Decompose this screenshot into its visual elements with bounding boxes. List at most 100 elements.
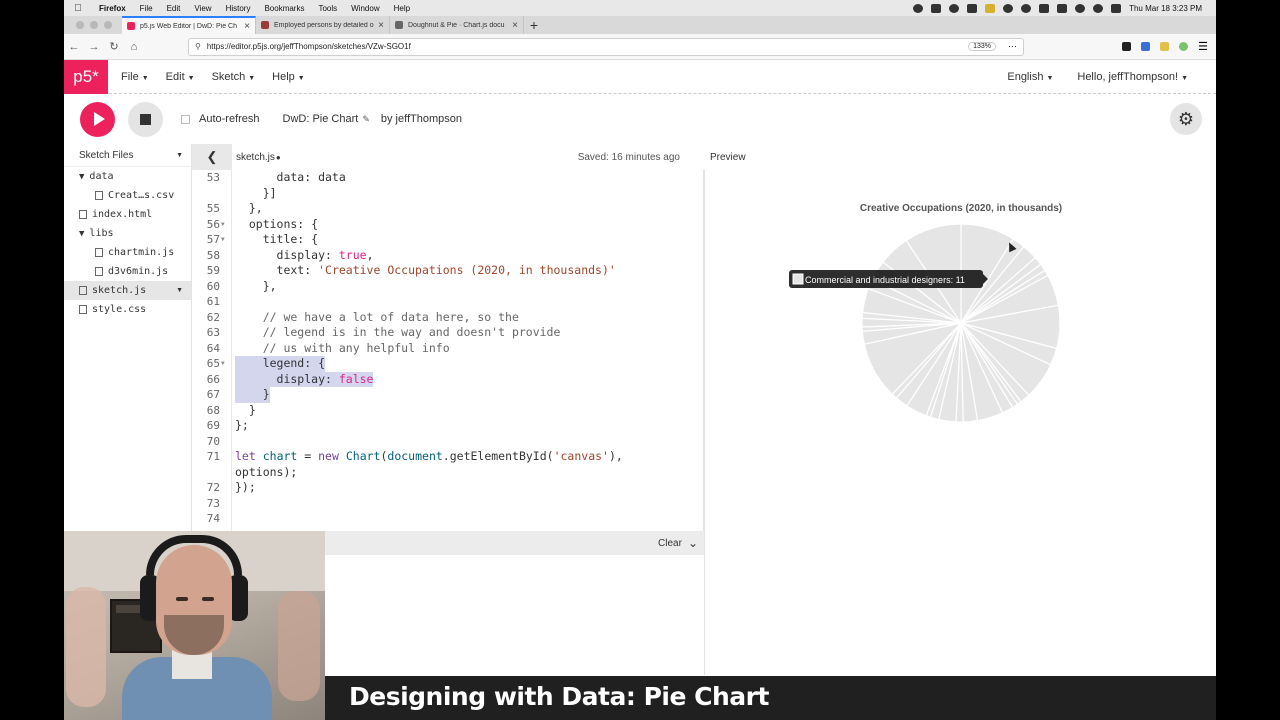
code-line[interactable]: 67 } [192,387,703,403]
moon-icon[interactable] [1021,3,1032,13]
menu-history[interactable]: History [219,4,258,13]
code-line[interactable]: 69}; [192,418,703,434]
play-button[interactable] [80,101,115,137]
browser-tab-p5[interactable]: p5.js Web Editor | DwD: Pie Ch × [122,16,256,34]
menu-view[interactable]: View [187,4,218,13]
battery-icon[interactable] [1057,3,1068,13]
p5-menu-sketch[interactable]: Sketch ▼ [208,71,260,83]
fold-arrow-icon[interactable]: ▼ [221,232,225,248]
bluetooth-icon[interactable] [1039,3,1050,13]
language-menu[interactable]: English ▼ [1003,71,1057,83]
tray-eye-icon[interactable] [949,3,960,13]
menu-window[interactable]: Window [344,4,386,13]
back-arrow-icon[interactable]: ← [64,41,84,53]
extension-icon[interactable] [1122,42,1132,51]
code-line[interactable]: 73 [192,496,703,512]
tray-flag-icon[interactable] [1003,3,1014,13]
menu-edit[interactable]: Edit [160,4,188,13]
pie-chart[interactable]: Creative Occupations (2020, in thousands… [705,170,1216,675]
close-tab-icon[interactable]: × [512,20,518,31]
file-item[interactable]: sketch.js ▼ [64,281,191,300]
folder-item[interactable]: ▼ libs [64,224,191,243]
p5-menu-edit[interactable]: Edit ▼ [162,71,199,83]
spotlight-icon[interactable] [1093,3,1104,13]
auto-refresh-checkbox[interactable] [181,114,190,124]
file-item[interactable]: index.html [64,205,191,224]
close-window-icon[interactable] [76,21,84,29]
code-line[interactable]: 63 // legend is in the way and doesn't p… [192,325,703,341]
menu-clock[interactable]: Thu Mar 18 3:23 PM [1129,4,1202,13]
code-line[interactable]: 60 }, [192,279,703,295]
code-line[interactable]: 53 data: data [192,170,703,186]
url-text[interactable]: https://editor.p5js.org/jeffThompson/ske… [207,42,411,51]
code-line[interactable]: 61 [192,294,703,310]
code-line[interactable]: options); [192,465,703,481]
code-line[interactable]: 56 ▼ options: { [192,217,703,233]
extension-icon[interactable] [1179,42,1189,51]
code-line[interactable]: 57 ▼ title: { [192,232,703,248]
auto-refresh-toggle[interactable]: Auto-refresh [181,113,260,125]
preview-canvas[interactable]: Creative Occupations (2020, in thousands… [704,170,1216,675]
collapse-sidebar-button[interactable]: ❮ [192,144,232,170]
maximize-window-icon[interactable] [104,21,112,29]
console-clear-button[interactable]: Clear [658,538,682,549]
code-line[interactable]: 71 let chart = new Chart(document.getElem… [192,449,703,465]
file-item[interactable]: d3v6min.js [64,262,191,281]
fold-arrow-icon[interactable]: ▼ [221,217,225,233]
code-line[interactable]: 58 display: true, [192,248,703,264]
code-line[interactable]: 70 [192,434,703,450]
forward-arrow-icon[interactable]: → [84,41,104,53]
dropbox-icon[interactable] [931,3,942,13]
chevron-down-icon[interactable]: ⌄ [688,536,698,550]
code-line[interactable]: 62 // we have a lot of data here, so the [192,310,703,326]
code-editor[interactable]: 53 data: data }] 55 }, 56 ▼ options: {57 ▼ t… [192,170,704,531]
hamburger-menu-icon[interactable]: ☰ [1198,40,1208,53]
sidebar-header[interactable]: Sketch Files ▼ [64,144,191,167]
wifi-icon[interactable] [1075,3,1086,13]
stop-button[interactable] [128,101,163,137]
folder-toggle-icon[interactable]: ▼ [79,172,84,182]
browser-tab-employed[interactable]: Employed persons by detailed o × [256,16,390,34]
apple-icon[interactable]:  [64,3,92,14]
menu-tools[interactable]: Tools [311,4,344,13]
extension-icon[interactable] [1141,42,1151,51]
notification-icon[interactable] [985,3,996,13]
url-bar[interactable]: ⚲ https://editor.p5js.org/jeffThompson/s… [188,37,1024,56]
p5-menu-file[interactable]: File ▼ [117,71,153,83]
fold-arrow-icon[interactable]: ▼ [221,356,225,372]
file-options-icon[interactable]: ▼ [176,287,183,294]
display-icon[interactable] [967,3,978,13]
menu-bookmarks[interactable]: Bookmarks [257,4,311,13]
file-item[interactable]: chartmin.js [64,243,191,262]
extension-icon[interactable] [1160,42,1170,51]
file-item[interactable]: Creat…s.csv [64,186,191,205]
new-tab-button[interactable]: + [524,16,544,34]
lock-icon[interactable]: ⚲ [195,42,201,51]
browser-tab-chartjs[interactable]: Doughnut & Pie · Chart.js docu × [390,16,524,34]
code-line[interactable]: 68 } [192,403,703,419]
pencil-icon[interactable]: ✎ [362,114,370,125]
code-line[interactable]: 59 text: 'Creative Occupations (2020, in… [192,263,703,279]
code-line[interactable]: 64 // us with any helpful info [192,341,703,357]
folder-item[interactable]: ▼ data [64,167,191,186]
menu-file[interactable]: File [133,4,160,13]
control-center-icon[interactable] [1111,3,1122,13]
settings-button[interactable]: ⚙ [1170,103,1202,135]
menu-help[interactable]: Help [387,4,417,13]
pie-slices[interactable] [861,223,1061,423]
code-line[interactable]: 74 [192,511,703,527]
app-menu[interactable]: Firefox [92,4,133,13]
code-line[interactable]: 66 display: false [192,371,703,387]
p5-menu-help[interactable]: Help ▼ [268,71,309,83]
code-line[interactable]: 72}); [192,480,703,496]
close-tab-icon[interactable]: × [378,20,384,31]
tray-app-icon[interactable] [913,3,924,13]
folder-toggle-icon[interactable]: ▼ [79,229,84,239]
file-item[interactable]: style.css [64,300,191,319]
home-icon[interactable]: ⌂ [124,41,144,53]
reload-icon[interactable]: ↻ [104,40,124,53]
code-line[interactable]: }] [192,186,703,202]
close-tab-icon[interactable]: × [244,21,250,32]
code-line[interactable]: 55 }, [192,201,703,217]
page-actions-icon[interactable]: ⋯ [1008,41,1017,52]
